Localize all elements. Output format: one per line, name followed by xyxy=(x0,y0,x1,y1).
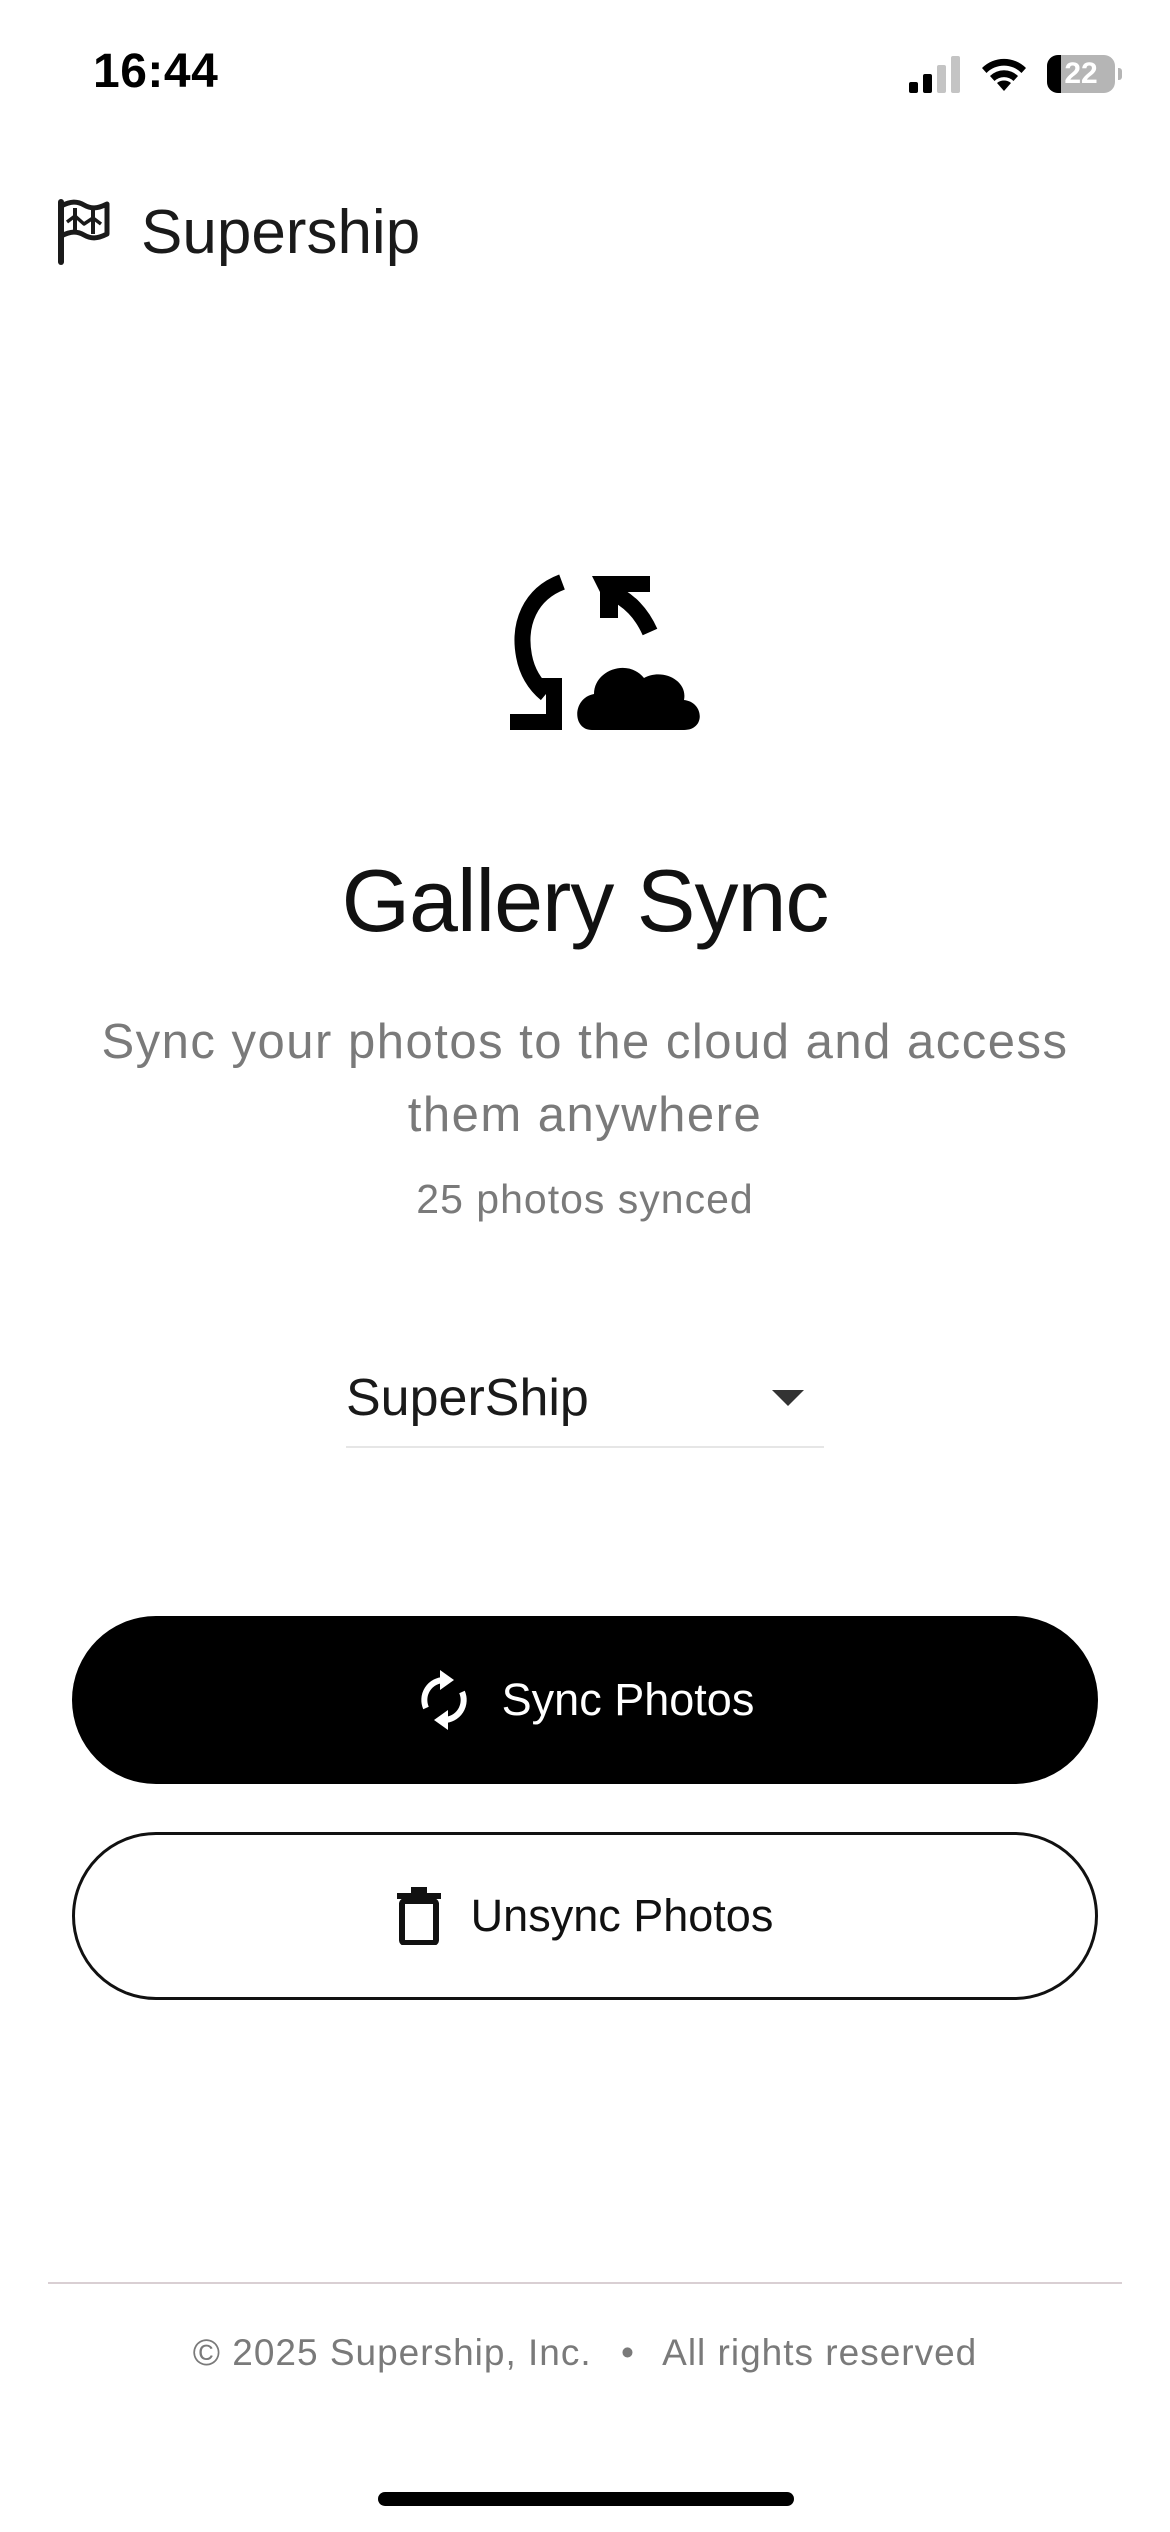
sync-count: 25 photos synced xyxy=(416,1176,754,1222)
unsync-photos-label: Unsync Photos xyxy=(470,1890,774,1941)
sync-cloud-icon xyxy=(510,574,700,730)
footer-rights: All rights reserved xyxy=(662,2332,978,2373)
unsync-photos-button[interactable]: Unsync Photos xyxy=(72,1832,1098,2000)
sync-photos-button[interactable]: Sync Photos xyxy=(72,1616,1098,1784)
app-title: Supership xyxy=(141,197,421,267)
footer-divider xyxy=(48,2282,1122,2284)
album-dropdown-value: SuperShip xyxy=(346,1369,589,1427)
footer-separator: • xyxy=(620,2332,635,2373)
sync-icon xyxy=(421,1670,467,1730)
sync-photos-label: Sync Photos xyxy=(501,1674,755,1725)
home-indicator[interactable] xyxy=(378,2492,794,2506)
footer-copyright: © 2025 Supership, Inc. xyxy=(192,2332,592,2373)
app-header: Supership xyxy=(55,196,420,268)
page-title: Gallery Sync xyxy=(341,851,830,950)
footer: © 2025 Supership, Inc. • All rights rese… xyxy=(0,2332,1170,2374)
status-icons: 22 xyxy=(909,52,1122,96)
battery-icon: 22 xyxy=(1047,55,1122,93)
wifi-icon xyxy=(982,58,1026,91)
flag-map-icon xyxy=(58,199,110,265)
album-dropdown[interactable]: SuperShip xyxy=(346,1366,824,1448)
battery-level: 22 xyxy=(1064,57,1098,90)
signal-icon xyxy=(909,56,960,93)
status-time: 16:44 xyxy=(93,45,219,98)
chevron-down-icon xyxy=(772,1390,804,1406)
trash-icon xyxy=(396,1887,441,1945)
status-bar: 16:44 22 xyxy=(0,0,1170,150)
page-subtitle: Sync your photos to the cloud and access… xyxy=(101,1015,1069,1142)
